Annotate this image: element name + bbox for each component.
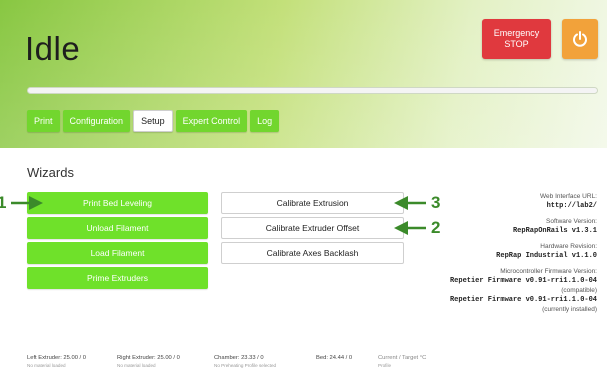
hardware-revision-value: RepRap Industrial v1.1.0	[496, 252, 597, 260]
bed-status: Bed: 24.44 / 0	[316, 354, 352, 362]
software-version-value: RepRapOnRails v1.3.1	[512, 227, 597, 235]
left-extruder-status: Left Extruder: 25.00 / 0 No material loa…	[27, 354, 86, 370]
tab-configuration[interactable]: Configuration	[62, 110, 131, 132]
wizard-left-column: Print Bed Leveling Unload Filament Load …	[27, 192, 208, 292]
chamber-status: Chamber: 23.33 / 0 No Preheating Profile…	[214, 354, 276, 370]
system-info-panel: Web Interface URL: http://lab2/ Software…	[367, 192, 597, 314]
main-tabs: Print Configuration Setup Expert Control…	[27, 110, 280, 132]
annotation-arrow-1	[11, 196, 43, 210]
annotation-number-1: 1	[0, 193, 7, 212]
wizards-heading: Wizards	[27, 165, 74, 180]
emergency-stop-line2: STOP	[504, 39, 529, 49]
temperature-footer: Left Extruder: 25.00 / 0 No material loa…	[0, 354, 607, 376]
tab-expert-control[interactable]: Expert Control	[175, 110, 248, 132]
prime-extruders-button[interactable]: Prime Extruders	[27, 267, 208, 289]
web-interface-value: http://lab2/	[546, 202, 597, 210]
load-filament-button[interactable]: Load Filament	[27, 242, 208, 264]
firmware-installed-label: (currently installed)	[542, 306, 597, 313]
firmware-installed-value: Repetier Firmware v0.91-rri1.1.0-04	[449, 296, 597, 304]
left-extruder-material: No material loaded	[27, 363, 66, 368]
firmware-compatible-label: (compatible)	[561, 287, 597, 294]
power-button[interactable]	[562, 19, 598, 59]
print-bed-leveling-button[interactable]: Print Bed Leveling	[27, 192, 208, 214]
current-target-legend: Current / Target °C Profile	[378, 354, 426, 370]
right-extruder-status: Right Extruder: 25.00 / 0 No material lo…	[117, 354, 180, 370]
tab-log[interactable]: Log	[250, 110, 280, 132]
current-target-label: Current / Target °C	[378, 355, 427, 361]
progress-bar	[27, 87, 598, 94]
left-extruder-temp: Left Extruder: 25.00 / 0	[27, 355, 86, 361]
hardware-revision-label: Hardware Revision:	[540, 243, 597, 250]
right-extruder-temp: Right Extruder: 25.00 / 0	[117, 355, 180, 361]
header-banner: Idle Emergency STOP Print Configuration …	[0, 0, 607, 148]
tab-setup[interactable]: Setup	[133, 110, 173, 132]
bed-temp: Bed: 24.44 / 0	[316, 355, 353, 361]
chamber-temp: Chamber: 23.33 / 0	[214, 355, 264, 361]
right-extruder-material: No material loaded	[117, 363, 156, 368]
emergency-stop-button[interactable]: Emergency STOP	[482, 19, 551, 59]
software-version-label: Software Version:	[546, 218, 597, 225]
firmware-version-value: Repetier Firmware v0.91-rri1.1.0-04	[449, 277, 597, 285]
power-icon	[573, 31, 587, 47]
tab-print[interactable]: Print	[27, 110, 60, 132]
chamber-profile: No Preheating Profile selected	[214, 363, 277, 368]
web-interface-label: Web Interface URL:	[540, 193, 597, 200]
firmware-version-label: Microcontroller Firmware Version:	[500, 268, 597, 275]
emergency-stop-line1: Emergency	[493, 28, 540, 38]
unload-filament-button[interactable]: Unload Filament	[27, 217, 208, 239]
printer-status: Idle	[25, 30, 81, 67]
profile-label: Profile	[378, 363, 392, 368]
